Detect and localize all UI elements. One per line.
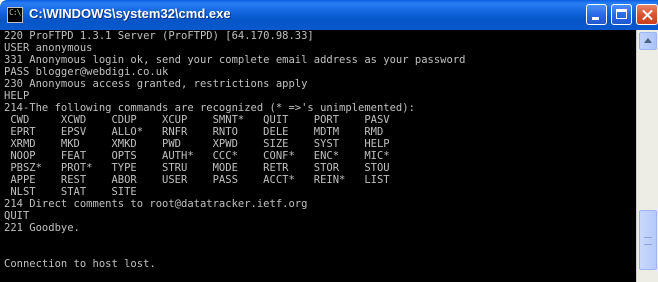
console-line: USER anonymous <box>4 42 93 54</box>
console-line: Connection to host lost. <box>4 258 156 270</box>
console-line: EPRT EPSV ALLO* RNFR RNTO DELE MDTM RMD <box>4 126 384 138</box>
minimize-button[interactable] <box>586 4 607 25</box>
console-line: CWD XCWD CDUP XCUP SMNT* QUIT PORT PASV <box>4 114 390 126</box>
vertical-scrollbar[interactable] <box>636 30 658 282</box>
console-line: PBSZ* PROT* TYPE STRU MODE RETR STOR STO… <box>4 162 390 174</box>
console-line: APPE REST ABOR USER PASS ACCT* REIN* LIS… <box>4 174 390 186</box>
scroll-up-arrow-icon[interactable] <box>639 32 657 50</box>
console-line: QUIT <box>4 210 30 222</box>
console-line: XRMD MKD XMKD PWD XPWD SIZE SYST HELP <box>4 138 390 150</box>
cmd-app-icon[interactable]: C:\ <box>7 7 23 23</box>
console-line: 230 Anonymous access granted, restrictio… <box>4 78 308 90</box>
scrollbar-thumb[interactable] <box>639 210 657 270</box>
console-line: NOOP FEAT OPTS AUTH* CCC* CONF* ENC* MIC… <box>4 150 390 162</box>
console-line: 220 ProFTPD 1.3.1 Server (ProFTPD) [64.1… <box>4 30 314 42</box>
console-line: 214 Direct comments to root@datatracker.… <box>4 198 308 210</box>
console-line: 331 Anonymous login ok, send your comple… <box>4 54 466 66</box>
title-bar[interactable]: C:\ C:\WINDOWS\system32\cmd.exe <box>0 0 658 30</box>
cmd-icon-glyph: C:\ <box>9 8 21 17</box>
console-line: NLST STAT SITE <box>4 186 137 198</box>
console-line: 214-The following commands are recognize… <box>4 102 415 114</box>
console-output[interactable]: 220 ProFTPD 1.3.1 Server (ProFTPD) [64.1… <box>0 30 636 282</box>
cmd-window: C:\ C:\WINDOWS\system32\cmd.exe 220 ProF… <box>0 0 658 282</box>
window-title: C:\WINDOWS\system32\cmd.exe <box>29 6 231 21</box>
console-line: HELP <box>4 90 30 102</box>
maximize-button[interactable] <box>611 4 632 25</box>
console-line: 221 Goodbye. <box>4 222 80 234</box>
close-button[interactable] <box>636 4 658 25</box>
console-line: PASS blogger@webdigi.co.uk <box>4 66 169 78</box>
